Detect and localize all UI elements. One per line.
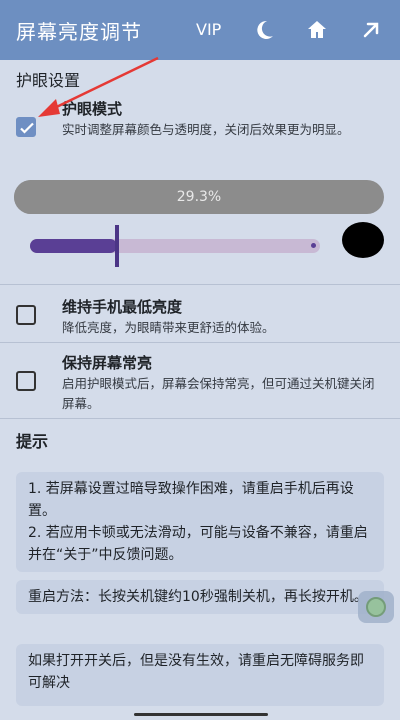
brightness-progress: 29.3% xyxy=(14,180,384,214)
arrow-out-icon[interactable] xyxy=(357,16,385,44)
keep-screen-on-desc: 启用护眼模式后，屏幕会保持常亮，但可通过关机键关闭屏幕。 xyxy=(62,376,375,411)
divider xyxy=(0,418,400,419)
app-bar: 屏幕亮度调节 VIP xyxy=(0,0,400,60)
min-brightness-checkbox[interactable] xyxy=(16,305,36,325)
eye-mode-desc: 实时调整屏幕颜色与透明度，关闭后效果更为明显。 xyxy=(62,122,350,137)
eye-mode-checkbox[interactable] xyxy=(16,117,36,137)
section-title-tips: 提示 xyxy=(16,432,49,451)
slider-thumb[interactable] xyxy=(115,225,119,267)
min-brightness-desc: 降低亮度，为眼睛带来更舒适的体验。 xyxy=(62,320,275,335)
min-brightness-label: 维持手机最低亮度 xyxy=(62,298,183,316)
gesture-bar xyxy=(134,713,268,716)
eye-mode-label: 护眼模式 xyxy=(62,100,123,118)
tip-card-3: 如果打开开关后，但是没有生效，请重启无障碍服务即可解决 xyxy=(16,644,384,706)
keep-screen-on-label: 保持屏幕常亮 xyxy=(62,354,153,372)
tip-card-1: 1. 若屏幕设置过暗导致操作困难，请重启手机后再设置。 2. 若应用卡顿或无法滑… xyxy=(16,472,384,572)
color-preview-circle[interactable] xyxy=(342,222,384,258)
moon-icon[interactable] xyxy=(250,16,278,44)
keep-screen-on-checkbox[interactable] xyxy=(16,371,36,391)
section-title-eye: 护眼设置 xyxy=(16,71,81,90)
slider-end-dot xyxy=(311,243,316,248)
tip-card-2: 重启方法：长按关机键约10秒强制关机，再长按开机。 xyxy=(16,580,384,614)
shortcut-icon xyxy=(366,597,386,617)
brightness-slider[interactable] xyxy=(30,239,320,253)
app-title: 屏幕亮度调节 xyxy=(16,19,142,44)
vip-button[interactable]: VIP xyxy=(196,20,221,39)
home-icon[interactable] xyxy=(303,16,331,44)
brightness-progress-label: 29.3% xyxy=(176,189,222,205)
floating-shortcut[interactable] xyxy=(358,591,394,623)
divider xyxy=(0,342,400,343)
slider-fill xyxy=(30,239,117,253)
divider xyxy=(0,284,400,285)
